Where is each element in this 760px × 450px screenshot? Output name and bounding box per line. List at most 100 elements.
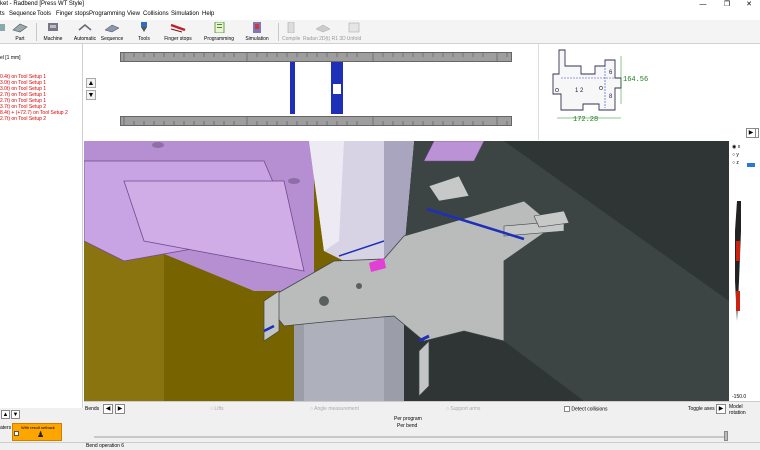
machine-button[interactable]: Machine (42, 22, 64, 44)
arrow-left-icon: ◀ (105, 406, 111, 412)
simulation-button[interactable]: Simulation (245, 22, 269, 44)
strip-down-button[interactable]: ▼ (86, 90, 96, 100)
toolbar-separator (278, 23, 279, 41)
simulation-icon (253, 22, 261, 33)
previous-bend-button[interactable]: ◀ (103, 404, 113, 414)
menu-item-view[interactable]: View (127, 11, 140, 17)
panel-down-button[interactable]: ▼ (11, 410, 20, 419)
view-options-panel: ▶ ◉ x ○ y ○ z -150.0 (729, 128, 760, 401)
strip-up-button[interactable]: ▲ (86, 78, 96, 88)
angle-measurement-option[interactable]: ○ Angle measurement (310, 406, 359, 412)
toolbar-stub-icon[interactable] (0, 22, 6, 44)
bend-progress-track (94, 436, 724, 438)
panel-up-button[interactable]: ▲ (1, 410, 10, 419)
bend-setup-row[interactable]: 2.7t) on Tool Setup 2 (0, 116, 46, 122)
minimize-button[interactable]: — (692, 0, 714, 10)
upper-rail-ticks (123, 53, 508, 61)
part-icon (12, 23, 28, 33)
flat-pattern-drawing: 1 2 6 8 (552, 49, 622, 119)
bend-progress-thumb[interactable] (724, 431, 728, 441)
arrow-up-icon: ▲ (87, 80, 95, 87)
arrow-down-icon: ▼ (87, 92, 95, 99)
simulation-label: Simulation (245, 36, 269, 42)
programming-icon (214, 22, 225, 33)
toolbar-separator (36, 23, 37, 41)
radbend-window: ket - Radbend [Press WT Style] — ❐ ✕ ts … (0, 0, 760, 450)
finger-stops-label: Finger stops (164, 36, 192, 42)
upper-tool-rail (120, 52, 512, 62)
result-checkbox[interactable] (14, 431, 19, 436)
tools-icon (141, 22, 147, 32)
unfold-icon (348, 22, 360, 33)
rotation-value: -150.0 (732, 394, 747, 400)
axis-z-radio[interactable]: ○ z (732, 160, 739, 166)
lifts-option[interactable]: ○ Lifts (210, 406, 224, 412)
press-profile-icon (735, 201, 741, 321)
tools-button[interactable]: Tools (134, 22, 154, 44)
main-toolbar: Part Machine Automatic Sequence Tools Fi… (0, 20, 760, 44)
checkbox-icon (564, 406, 570, 412)
result-setback-panel[interactable]: With result setback ♟ (12, 423, 62, 441)
tools-label: Tools (138, 36, 150, 42)
unfold-label: Unfold (346, 36, 362, 42)
programming-label: Programming (204, 36, 235, 42)
axis-y-radio[interactable]: ○ y (732, 152, 739, 158)
sequence-button[interactable]: Sequence (100, 22, 124, 44)
sequence-label: Sequence (100, 36, 124, 42)
finger-stops-icon (170, 23, 186, 33)
tool-bar-2[interactable] (331, 62, 343, 114)
dimension-height: 164.56 (623, 76, 649, 84)
next-bend-button[interactable]: ▶ (115, 404, 125, 414)
automatic-icon (78, 24, 92, 31)
radan-icon (315, 24, 331, 33)
per-program-label: Per program (394, 416, 422, 422)
flat-pattern-preview: 1 2 6 8 164.56 172.28 ▶ (538, 44, 760, 140)
programming-button[interactable]: Programming (204, 22, 234, 44)
part-button[interactable]: Part (9, 22, 31, 44)
view-bottom-bar: Bends ◀ ▶ ○ Lifts ○ Angle measurement ○ … (84, 401, 760, 416)
press-brake-scene (84, 141, 729, 401)
arrow-up-icon: ▲ (2, 412, 9, 418)
menu-item-collisions[interactable]: Collisions (143, 11, 169, 17)
axis-x-radio[interactable]: ◉ x (732, 144, 740, 150)
close-button[interactable]: ✕ (738, 0, 760, 10)
radan-button[interactable]: Radan 2D(t) R1 3D (303, 22, 346, 44)
part-label: Part (15, 36, 25, 42)
radan-label: Radan 2D(t) R1 3D (303, 36, 346, 42)
lower-tool-rail (120, 116, 512, 126)
bends-label: Bends (85, 406, 100, 412)
title-bar: ket - Radbend [Press WT Style] — ❐ ✕ (0, 0, 760, 10)
automatic-button[interactable]: Automatic (72, 22, 98, 44)
unfold-button[interactable]: Unfold (346, 22, 362, 44)
menu-item-parts[interactable]: ts (0, 11, 5, 17)
dimension-width: 172.28 (573, 116, 599, 124)
machine-icon (48, 23, 58, 31)
rotation-slider-thumb[interactable] (747, 163, 755, 167)
per-bend-label: Per bend (397, 423, 418, 429)
simulation-3d-view[interactable] (84, 141, 729, 401)
menu-item-simulation[interactable]: Simulation (171, 11, 199, 17)
menu-bar: ts Sequence Tools Finger stops Programmi… (0, 10, 760, 20)
detect-collisions-checkbox[interactable]: Detect collisions (564, 406, 608, 412)
finger-stops-button[interactable]: Finger stops (162, 22, 194, 44)
maximize-button[interactable]: ❐ (716, 0, 738, 10)
arrow-right-icon: ▶ (718, 406, 724, 412)
status-bar: Bend operation 6 (0, 442, 760, 450)
menu-item-programming[interactable]: Programming (89, 11, 125, 17)
person-icon: ♟ (37, 430, 45, 439)
window-title: ket - Radbend [Press WT Style] (0, 1, 84, 7)
sequence-icon (104, 24, 120, 33)
menu-item-finger-stops[interactable]: Finger stops (56, 11, 89, 17)
status-text: Bend operation 6 (86, 443, 125, 449)
support-arms-option[interactable]: ○ Support arms (446, 406, 480, 412)
menu-item-sequence[interactable]: Sequence (9, 11, 36, 17)
menu-item-tools[interactable]: Tools (37, 11, 51, 17)
toggle-axes-label: Toggle axes (688, 406, 715, 412)
compile-button[interactable]: Compile (282, 22, 300, 44)
svg-text:1 2: 1 2 (575, 88, 584, 94)
tool-bar-1[interactable] (290, 62, 295, 114)
view-expand-button[interactable]: ▶ (746, 128, 756, 138)
toggle-axes-button[interactable]: ▶ (716, 404, 726, 414)
bend-list-panel: el [1 mm] 0.4t) on Tool Setup 1 3.0t) on… (0, 44, 83, 442)
menu-item-help[interactable]: Help (202, 11, 214, 17)
